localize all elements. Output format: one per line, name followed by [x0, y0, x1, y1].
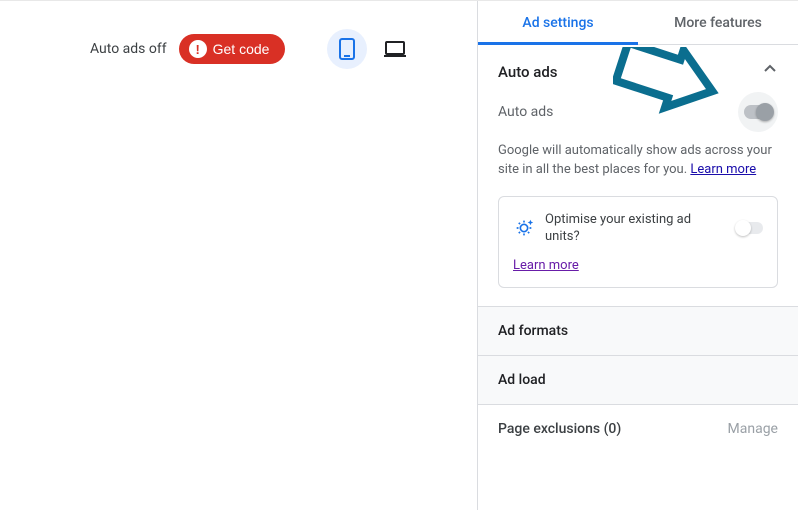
- auto-ads-status: Auto ads off: [90, 41, 167, 57]
- optimise-question: Optimise your existing ad units?: [545, 211, 727, 246]
- tab-ad-settings[interactable]: Ad settings: [478, 1, 638, 44]
- desktop-icon: [384, 40, 406, 58]
- desktop-preview-button[interactable]: [375, 29, 415, 69]
- auto-ads-sub-label: Auto ads: [498, 104, 553, 120]
- mobile-preview-button[interactable]: [327, 29, 367, 69]
- get-code-label: Get code: [213, 41, 270, 57]
- tab-more-features-label: More features: [674, 15, 762, 31]
- tab-ad-settings-label: Ad settings: [522, 15, 593, 31]
- chevron-up-icon: [762, 61, 778, 82]
- tab-more-features[interactable]: More features: [638, 1, 798, 44]
- auto-ads-section: Auto ads Google will automatically show …: [478, 92, 798, 306]
- ad-load-row[interactable]: Ad load: [478, 355, 798, 404]
- alert-icon: !: [189, 40, 207, 58]
- auto-ads-header-label: Auto ads: [498, 63, 558, 81]
- mobile-icon: [339, 38, 355, 60]
- settings-tabs: Ad settings More features: [478, 1, 798, 45]
- page-exclusions-row: Page exclusions (0) Manage: [478, 404, 798, 453]
- device-toggle-group: [327, 29, 415, 69]
- manage-link[interactable]: Manage: [728, 421, 778, 437]
- preview-pane: Auto ads off ! Get code: [0, 1, 478, 510]
- optimise-card: Optimise your existing ad units? Learn m…: [498, 196, 778, 288]
- auto-ads-learn-more-link[interactable]: Learn more: [690, 162, 756, 177]
- ad-formats-label: Ad formats: [498, 323, 568, 339]
- page-exclusions-label: Page exclusions (0): [498, 421, 621, 437]
- settings-panel: Ad settings More features Auto ads Auto …: [478, 1, 798, 510]
- auto-ads-accordion-header[interactable]: Auto ads: [478, 45, 798, 92]
- auto-ads-description: Google will automatically show ads acros…: [498, 142, 778, 180]
- get-code-button[interactable]: ! Get code: [179, 34, 286, 64]
- auto-ads-toggle[interactable]: [738, 92, 778, 132]
- toggle-switch-icon: [744, 105, 772, 119]
- gear-sparkle-icon: [513, 217, 535, 239]
- preview-toolbar: Auto ads off ! Get code: [0, 29, 477, 69]
- optimise-learn-more-link[interactable]: Learn more: [513, 258, 579, 273]
- optimise-toggle[interactable]: [737, 222, 763, 234]
- ad-formats-row[interactable]: Ad formats: [478, 306, 798, 355]
- ad-load-label: Ad load: [498, 372, 546, 388]
